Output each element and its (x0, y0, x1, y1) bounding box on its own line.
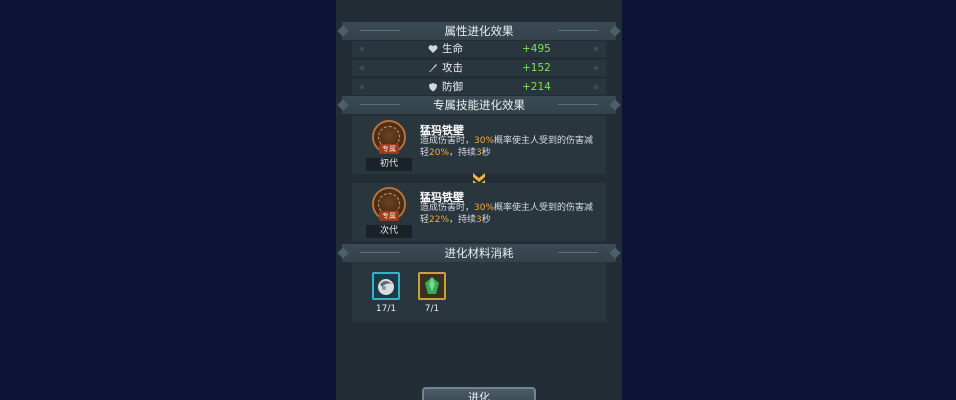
exclusive-tag: 专属 (379, 211, 399, 221)
green-gem-icon (425, 277, 439, 294)
skill-emblem-icon: 专属 (372, 120, 406, 154)
materials-header: 进化材料消耗 (342, 244, 616, 262)
evolution-panel: 属性进化效果 生命 +495 攻击 +152 防御 +214 专属技能进化效果 (336, 0, 622, 400)
generation-label: 次代 (366, 225, 412, 238)
material-slot-1[interactable] (372, 272, 400, 300)
attribute-row-hp: 生命 +495 (352, 41, 606, 57)
material-orb-icon (378, 279, 394, 295)
attribute-row-def: 防御 +214 (352, 79, 606, 95)
attribute-name: 攻击 (442, 62, 463, 74)
chance-value: 30% (474, 203, 495, 213)
skill-emblem-icon: 专属 (372, 187, 406, 221)
attributes-header-label: 属性进化效果 (444, 24, 514, 38)
generation-label: 初代 (366, 158, 412, 171)
attribute-value: +152 (522, 62, 551, 74)
attribute-name: 生命 (442, 43, 463, 55)
skill-card-first-gen: 专属 初代 猛犸铁壁 造成伤害时，30%概率使主人受到的伤害减轻20%，持续3秒 (352, 116, 606, 174)
skill-description: 造成伤害时，30%概率使主人受到的伤害减轻22%，持续3秒 (420, 203, 594, 225)
chance-value: 30% (474, 136, 495, 146)
sword-icon (429, 64, 437, 72)
attribute-row-atk: 攻击 +152 (352, 60, 606, 76)
skills-header: 专属技能进化效果 (342, 96, 616, 114)
exclusive-tag: 专属 (379, 144, 399, 154)
heart-icon (428, 45, 438, 53)
material-slot-2[interactable] (418, 272, 446, 300)
shield-icon (429, 83, 437, 92)
attributes-header: 属性进化效果 (342, 22, 616, 40)
reduction-value: 20% (429, 148, 450, 158)
skill-card-second-gen: 专属 次代 猛犸铁壁 造成伤害时，30%概率使主人受到的伤害减轻22%，持续3秒 (352, 183, 606, 241)
materials-list: 17/1 7/1 (352, 262, 606, 322)
evolve-button[interactable]: 进化 (422, 387, 536, 400)
material-count: 17/1 (375, 304, 397, 314)
material-count: 7/1 (424, 304, 440, 314)
attribute-value: +495 (522, 43, 551, 55)
attribute-name: 防御 (442, 81, 463, 93)
materials-header-label: 进化材料消耗 (444, 246, 514, 260)
skills-header-label: 专属技能进化效果 (433, 98, 525, 112)
attribute-value: +214 (522, 81, 551, 93)
skill-description: 造成伤害时，30%概率使主人受到的伤害减轻20%，持续3秒 (420, 136, 594, 158)
reduction-value: 22% (429, 215, 450, 225)
